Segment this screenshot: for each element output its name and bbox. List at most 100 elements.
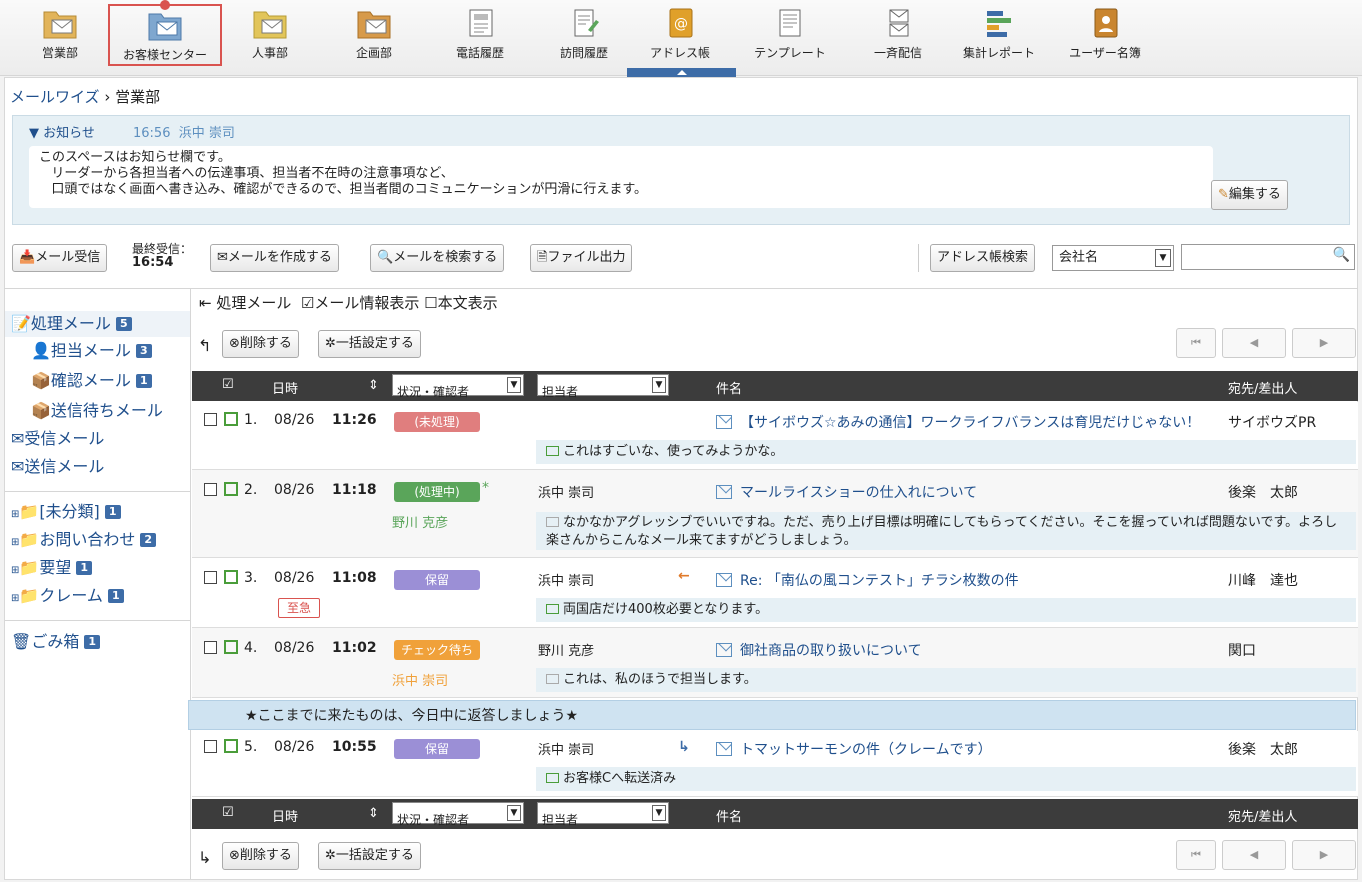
row-checkbox[interactable] bbox=[204, 412, 217, 428]
nav-template[interactable]: テンプレート bbox=[744, 4, 836, 66]
nav-customer-center[interactable]: お客様センター bbox=[108, 0, 222, 66]
row-subject[interactable]: 【サイボウズ☆あみの通信】ワークライフバランスは育児だけじゃない！ bbox=[716, 412, 1200, 432]
delete-button[interactable]: ⊗削除する bbox=[222, 842, 299, 870]
sidebar-item-sent[interactable]: ✉送信メール bbox=[5, 454, 104, 480]
row-checkbox[interactable] bbox=[204, 482, 217, 498]
row-subject[interactable]: トマットサーモンの件（クレームです） bbox=[716, 739, 992, 759]
next-page-button[interactable]: ▶ bbox=[1292, 840, 1356, 870]
row-assignee: 浜中 崇司 bbox=[538, 574, 595, 589]
search-mail-button[interactable]: 🔍メールを検索する bbox=[370, 244, 505, 272]
sidebar-item-confirm[interactable]: 📦確認メール 1 bbox=[5, 368, 152, 394]
comment-icon bbox=[546, 604, 559, 614]
table-row[interactable]: 4. 08/26 11:02 チェック待ち 浜中 崇司 野川 克彦 御社商品の取… bbox=[192, 628, 1358, 698]
sidebar-item-assigned[interactable]: 👤担当メール 3 bbox=[5, 338, 152, 364]
status-badge[interactable]: 保留 bbox=[394, 570, 480, 590]
select-all-checkbox[interactable]: ☑ bbox=[222, 377, 234, 392]
row-time: 11:02 bbox=[332, 640, 377, 656]
select-all-checkbox[interactable]: ☑ bbox=[222, 805, 234, 820]
edit-notice-button[interactable]: ✎編集する bbox=[1211, 180, 1288, 210]
delete-label: 削除する bbox=[239, 336, 292, 351]
notice-meta: 16:56 浜中 崇司 bbox=[133, 122, 235, 141]
nav-report[interactable]: 集計レポート bbox=[954, 4, 1044, 66]
row-subject-text: マールライスショーの仕入れについて bbox=[740, 485, 978, 501]
nav-visit-log[interactable]: 訪問履歴 bbox=[544, 4, 624, 66]
status-badge[interactable]: (未処理) bbox=[394, 412, 480, 432]
edit-icon[interactable] bbox=[222, 482, 238, 498]
column-party[interactable]: 宛先/差出人 bbox=[1228, 378, 1297, 397]
prev-page-button[interactable]: ◀ bbox=[1222, 328, 1286, 358]
column-party[interactable]: 宛先/差出人 bbox=[1228, 806, 1297, 825]
address-search-input[interactable]: 🔍 bbox=[1181, 244, 1355, 270]
nav-kikaku[interactable]: 企画部 bbox=[334, 4, 414, 66]
row-subject[interactable]: 御社商品の取り扱いについて bbox=[716, 640, 922, 660]
row-subject[interactable]: マールライスショーの仕入れについて bbox=[716, 482, 977, 502]
address-book-search-button[interactable]: アドレス帳検索 bbox=[930, 244, 1036, 272]
bulk-settings-button[interactable]: ✲一括設定する bbox=[318, 842, 421, 870]
row-confirmer: 浜中 崇司 bbox=[392, 674, 449, 689]
column-subject[interactable]: 件名 bbox=[716, 806, 742, 825]
sidebar-item-inbox[interactable]: ✉受信メール bbox=[5, 426, 104, 452]
bulk-settings-button[interactable]: ✲一括設定する bbox=[318, 330, 421, 358]
nav-eigyo[interactable]: 営業部 bbox=[20, 4, 100, 66]
sort-icon[interactable]: ⇕ bbox=[368, 378, 379, 393]
column-date[interactable]: 日時 bbox=[272, 806, 298, 825]
row-checkbox[interactable] bbox=[204, 570, 217, 586]
table-row[interactable]: 5. 08/26 10:55 保留 浜中 崇司 ↳ トマットサーモンの件（クレー… bbox=[192, 731, 1358, 797]
column-date[interactable]: 日時 bbox=[272, 378, 298, 397]
first-page-button[interactable]: ⏮ bbox=[1176, 840, 1216, 870]
notice-time: 16:56 bbox=[133, 126, 171, 141]
nav-user-directory[interactable]: ユーザー名簿 bbox=[1060, 4, 1150, 66]
export-file-button[interactable]: 🗎ファイル出力 bbox=[530, 244, 633, 272]
gear-icon: ✲ bbox=[325, 848, 336, 863]
breadcrumb-sep: › bbox=[104, 88, 111, 106]
sort-icon[interactable]: ⇕ bbox=[368, 806, 379, 821]
status-filter-select[interactable]: 状況・確認者 ▼ bbox=[392, 802, 524, 827]
nav-broadcast[interactable]: 一斉配信 bbox=[858, 4, 938, 66]
sidebar-folder-inquiries[interactable]: ⊞📁お問い合わせ 2 bbox=[5, 527, 157, 553]
breadcrumb-root[interactable]: メールワイズ bbox=[10, 88, 100, 106]
folder-mail-icon bbox=[43, 11, 77, 39]
show-body-checkbox[interactable]: ☐ bbox=[424, 294, 437, 312]
sidebar-folder-unclassified[interactable]: ⊞📁[未分類] 1 bbox=[5, 499, 121, 525]
bulk-label: 一括設定する bbox=[335, 336, 414, 351]
assignee-filter-select[interactable]: 担当者 ▼ bbox=[537, 374, 669, 399]
nav-address-book[interactable]: @ アドレス帳 bbox=[640, 4, 720, 66]
row-subject[interactable]: Re: 「南仏の風コンテスト」チラシ枚数の件 bbox=[716, 570, 1019, 590]
column-subject[interactable]: 件名 bbox=[716, 378, 742, 397]
status-badge[interactable]: チェック待ち bbox=[394, 640, 480, 660]
first-page-button[interactable]: ⏮ bbox=[1176, 328, 1216, 358]
row-comment: 両国店だけ400枚必要となります。 bbox=[536, 598, 1356, 622]
notice-toggle[interactable]: ▼ お知らせ bbox=[29, 122, 95, 141]
table-row[interactable]: 2. 08/26 11:18 (処理中) * 野川 克彦 浜中 崇司 マールライ… bbox=[192, 470, 1358, 558]
address-field-select[interactable]: 会社名 ▼ bbox=[1052, 245, 1174, 271]
search-icon[interactable]: 🔍 bbox=[1333, 247, 1350, 263]
prev-page-button[interactable]: ◀ bbox=[1222, 840, 1286, 870]
collapse-sidebar-icon[interactable]: ⇤ bbox=[199, 294, 212, 312]
edit-icon[interactable] bbox=[222, 412, 238, 428]
assignee-filter-select[interactable]: 担当者 ▼ bbox=[537, 802, 669, 827]
sidebar-item-outbox[interactable]: 📦送信待ちメール bbox=[5, 398, 163, 424]
next-page-button[interactable]: ▶ bbox=[1292, 328, 1356, 358]
status-badge[interactable]: (処理中) bbox=[394, 482, 480, 502]
sidebar-folder-complaints[interactable]: ⊞📁クレーム 1 bbox=[5, 583, 124, 609]
nav-phone-log[interactable]: 電話履歴 bbox=[440, 4, 520, 66]
edit-icon[interactable] bbox=[222, 739, 238, 755]
table-row[interactable]: 3. 08/26 11:08 保留 至急 浜中 崇司 ← Re: 「南仏の風コン… bbox=[192, 558, 1358, 628]
row-checkbox[interactable] bbox=[204, 640, 217, 656]
nav-label: 一斉配信 bbox=[873, 46, 922, 60]
nav-jinji[interactable]: 人事部 bbox=[230, 4, 310, 66]
sidebar-item-trash[interactable]: 🗑ごみ箱 1 bbox=[5, 629, 101, 655]
row-checkbox[interactable] bbox=[204, 739, 217, 755]
edit-icon[interactable] bbox=[222, 570, 238, 586]
show-info-checkbox[interactable]: ☑ bbox=[301, 294, 314, 312]
receive-mail-button[interactable]: 📥メール受信 bbox=[12, 244, 108, 272]
search-icon: 🔍 bbox=[377, 250, 394, 265]
table-row[interactable]: 1. 08/26 11:26 (未処理) 【サイボウズ☆あみの通信】ワークライフ… bbox=[192, 402, 1358, 470]
delete-button[interactable]: ⊗削除する bbox=[222, 330, 299, 358]
edit-icon[interactable] bbox=[222, 640, 238, 656]
sidebar-folder-requests[interactable]: ⊞📁要望 1 bbox=[5, 555, 93, 581]
compose-mail-button[interactable]: ✉メールを作成する bbox=[210, 244, 339, 272]
status-filter-select[interactable]: 状況・確認者 ▼ bbox=[392, 374, 524, 399]
status-badge[interactable]: 保留 bbox=[394, 739, 480, 759]
sidebar-item-processing[interactable]: 📝処理メール 5 bbox=[5, 311, 190, 337]
